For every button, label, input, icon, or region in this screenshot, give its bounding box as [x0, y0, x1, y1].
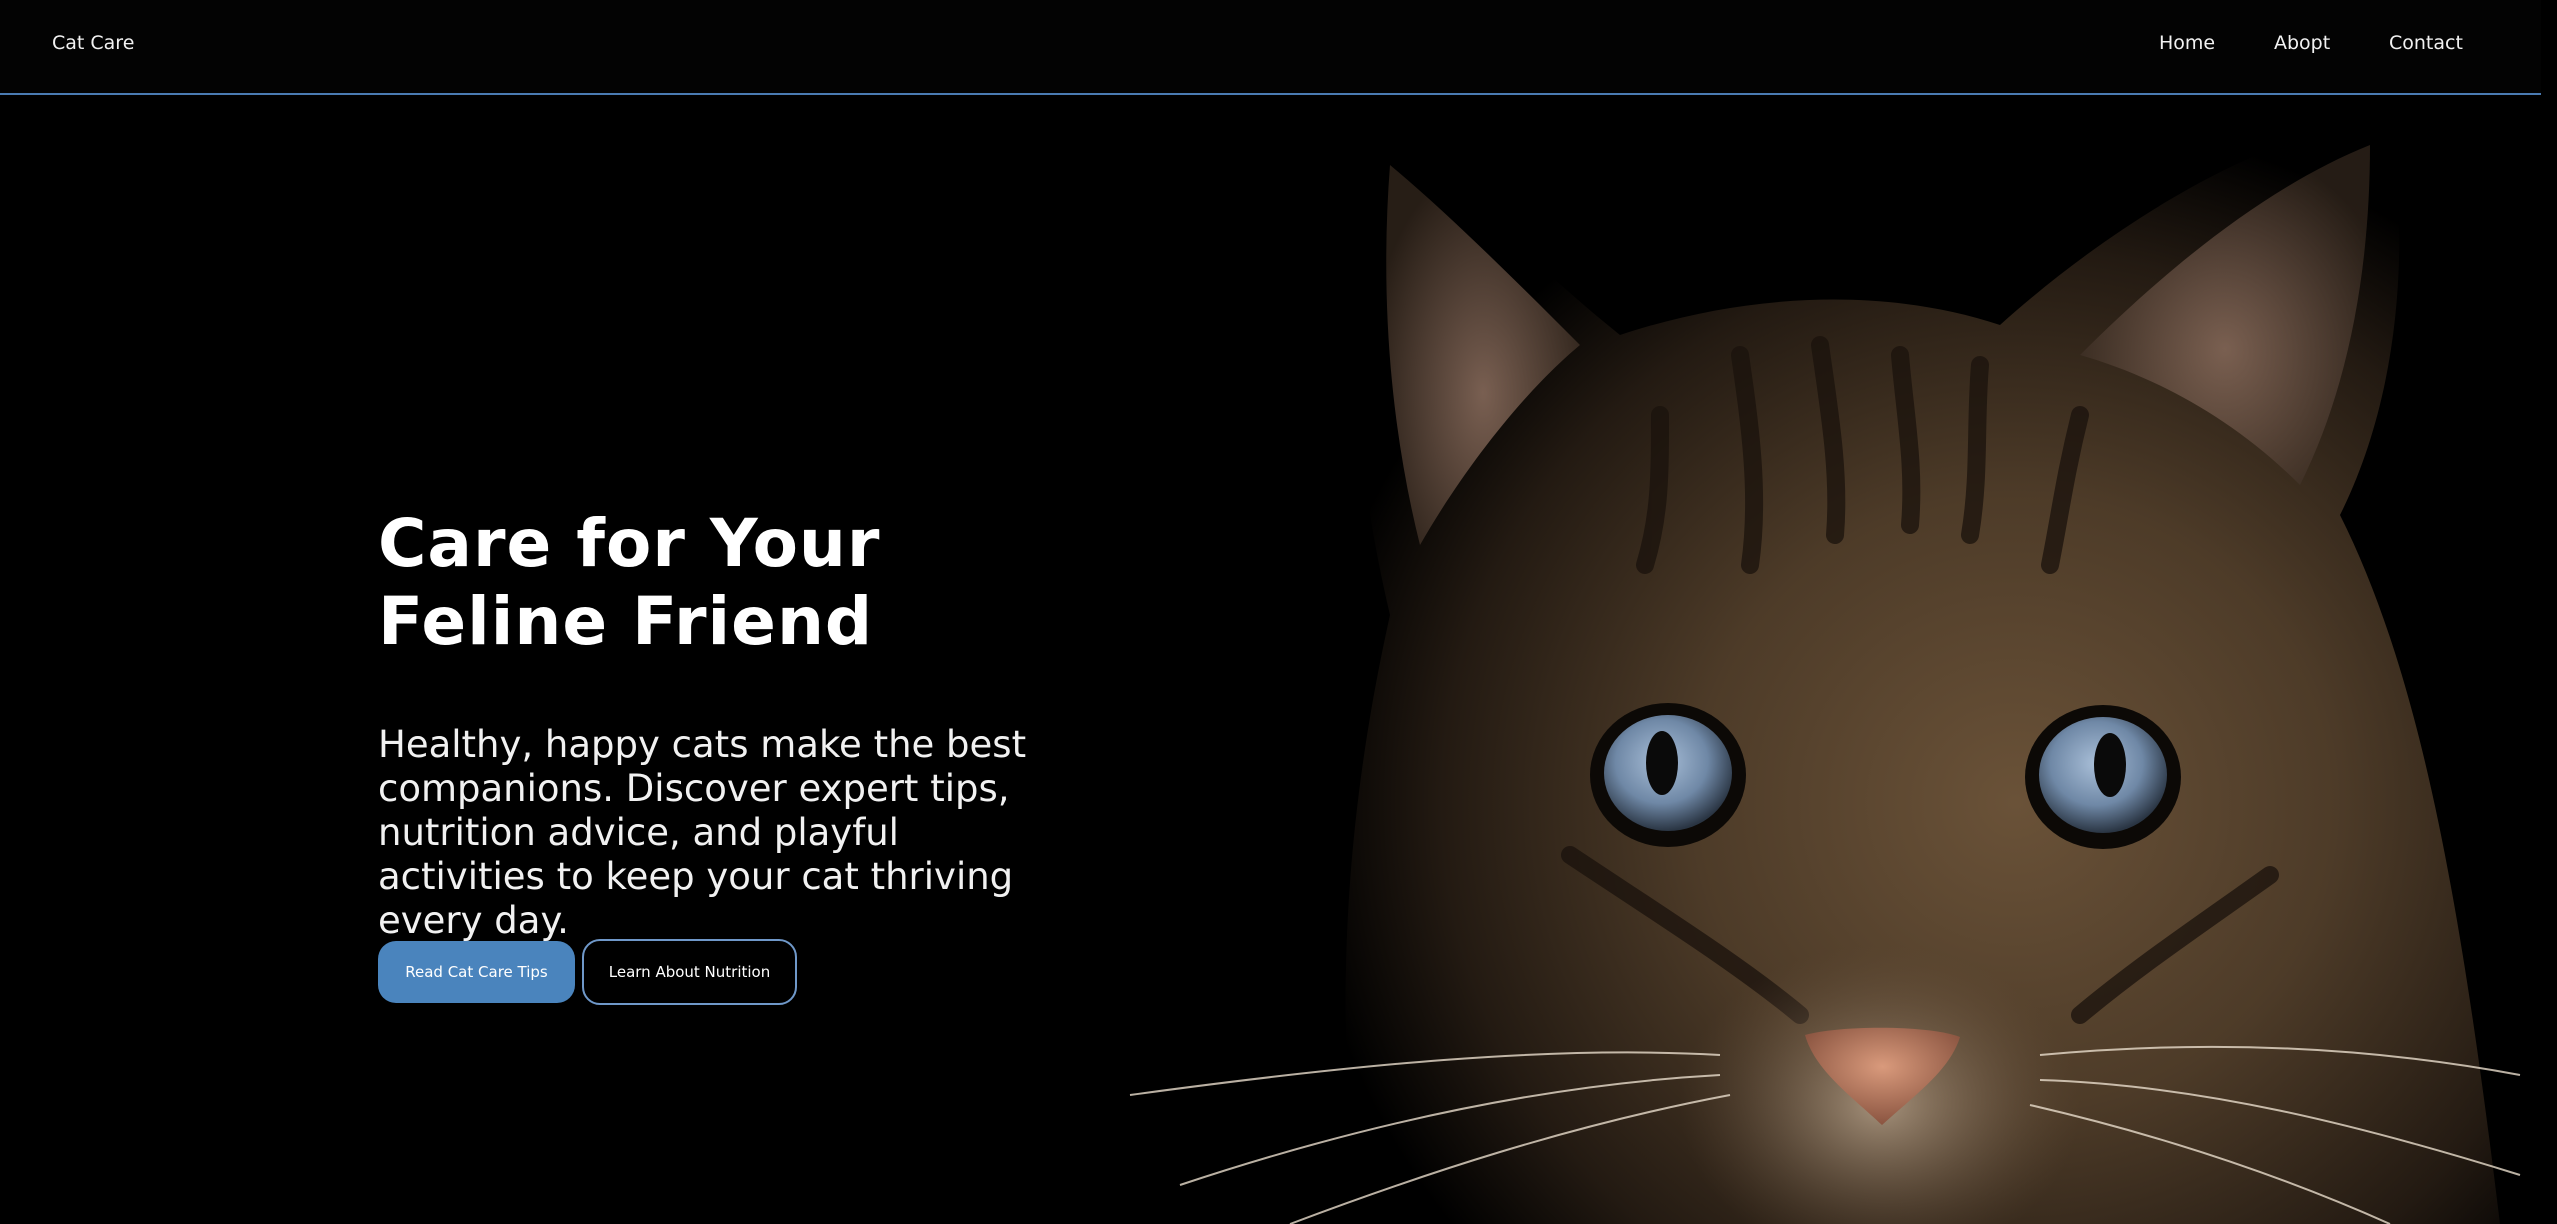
nav-link-contact[interactable]: Contact: [2389, 32, 2463, 54]
hero-subtitle: Healthy, happy cats make the best compan…: [378, 723, 1027, 942]
hero-title: Care for Your Feline Friend: [378, 505, 881, 660]
hero-content: Care for Your Feline Friend Healthy, hap…: [378, 505, 1078, 1005]
nav-link-home[interactable]: Home: [2159, 32, 2215, 54]
top-navbar: Cat Care Home Abopt Contact: [0, 0, 2541, 95]
nav-link-about[interactable]: Abopt: [2274, 32, 2330, 54]
learn-about-nutrition-button[interactable]: Learn About Nutrition: [582, 939, 797, 1005]
read-cat-care-tips-button[interactable]: Read Cat Care Tips: [378, 941, 575, 1003]
brand-logo-link[interactable]: Cat Care: [52, 32, 134, 54]
cat-hero-image: [1100, 95, 2541, 1224]
